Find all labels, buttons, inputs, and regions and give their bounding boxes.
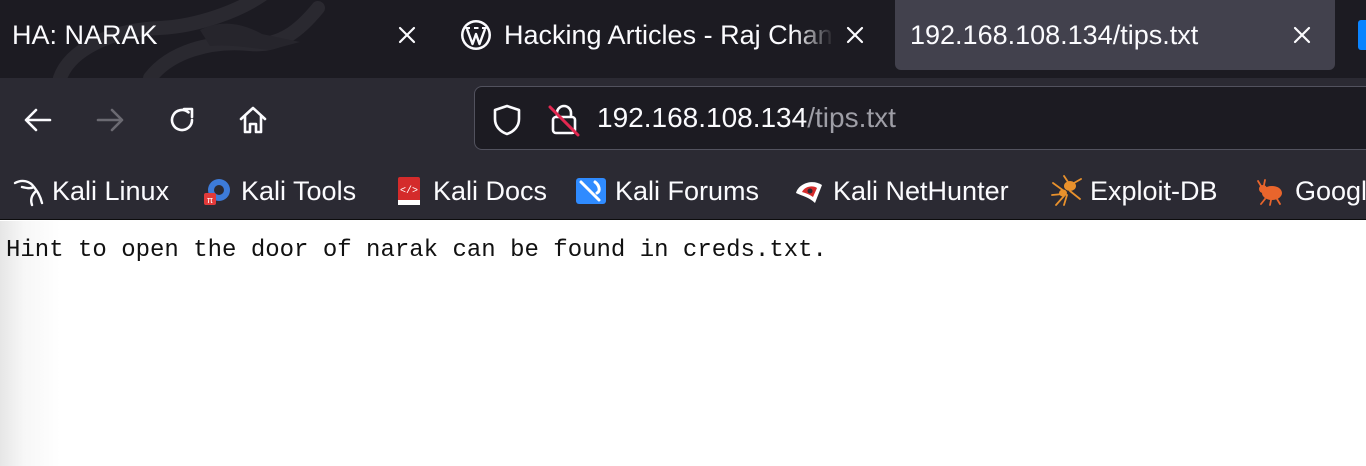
shield-icon[interactable] [491, 103, 523, 137]
bookmark-kali-tools[interactable]: π Kali Tools [201, 172, 356, 210]
kali-docs-icon: </> [398, 177, 420, 205]
url-host: 192.168.108.134 [597, 102, 808, 133]
reload-button[interactable] [160, 98, 204, 142]
svg-text:</>: </> [400, 185, 418, 197]
kali-dragon-icon [13, 179, 44, 207]
bookmark-kali-linux[interactable]: Kali Linux [12, 172, 169, 210]
bookmark-google-hacking-db[interactable]: Google Hacking DB [1255, 172, 1366, 210]
home-button[interactable] [231, 98, 275, 142]
page-content: Hint to open the door of narak can be fo… [0, 221, 1366, 466]
url-path: /tips.txt [807, 102, 896, 133]
tab-title: 192.168.108.134/tips.txt [910, 19, 1199, 50]
plain-text-content: Hint to open the door of narak can be fo… [6, 237, 827, 264]
bookmark-label: Kali Docs [433, 175, 548, 206]
tab-title: Hacking Articles - Raj Chandel [504, 19, 834, 50]
tab-hacking-articles[interactable]: Hacking Articles - Raj Chandel [448, 0, 888, 70]
svg-text:π: π [207, 195, 213, 205]
bookmark-label: Google Hacking DB [1295, 175, 1366, 206]
insecure-lock-icon[interactable] [547, 103, 581, 137]
navigation-toolbar: 192.168.108.134/tips.txt [0, 78, 1366, 162]
nethunter-icon [796, 182, 822, 203]
address-bar[interactable]: 192.168.108.134/tips.txt [474, 86, 1366, 150]
bookmarks-toolbar: Kali Linux π Kali Tools </> Kali Docs Ka… [0, 162, 1366, 220]
tab-title: HA: NARAK [12, 19, 158, 50]
bookmark-label: Kali NetHunter [833, 175, 1009, 206]
bookmark-kali-forums[interactable]: Kali Forums [575, 172, 759, 210]
url-text[interactable]: 192.168.108.134/tips.txt [597, 102, 896, 134]
wordpress-icon [461, 20, 491, 50]
kali-tools-icon: π [204, 179, 230, 205]
arrow-right-icon [96, 108, 124, 132]
arrow-left-icon [24, 108, 52, 132]
bookmark-kali-nethunter[interactable]: Kali NetHunter [793, 172, 1009, 210]
bookmark-kali-docs[interactable]: </> Kali Docs [393, 172, 547, 210]
bookmark-label: Kali Tools [241, 175, 357, 206]
bookmark-label: Kali Linux [52, 175, 170, 206]
tab-strip: HA: NARAK Hacking Articles - Raj Chandel… [0, 0, 1366, 78]
exploit-db-spider-icon [1051, 175, 1082, 206]
bookmark-exploit-db[interactable]: Exploit-DB [1050, 172, 1218, 210]
back-button[interactable] [16, 98, 60, 142]
kali-forums-icon [576, 178, 606, 204]
ghdb-bug-icon [1257, 179, 1282, 206]
home-icon [239, 106, 267, 134]
next-tab-favicon-icon[interactable] [1358, 20, 1366, 50]
close-tab-icon[interactable] [1287, 20, 1317, 50]
forward-button[interactable] [88, 98, 132, 142]
reload-icon [170, 107, 194, 132]
bookmark-label: Exploit-DB [1090, 175, 1218, 206]
close-tab-icon[interactable] [840, 20, 870, 50]
close-tab-icon[interactable] [392, 20, 422, 50]
tab-ha-narak[interactable]: HA: NARAK [0, 0, 440, 70]
tab-tips-txt-active[interactable]: 192.168.108.134/tips.txt [895, 0, 1335, 70]
bookmark-label: Kali Forums [615, 175, 760, 206]
